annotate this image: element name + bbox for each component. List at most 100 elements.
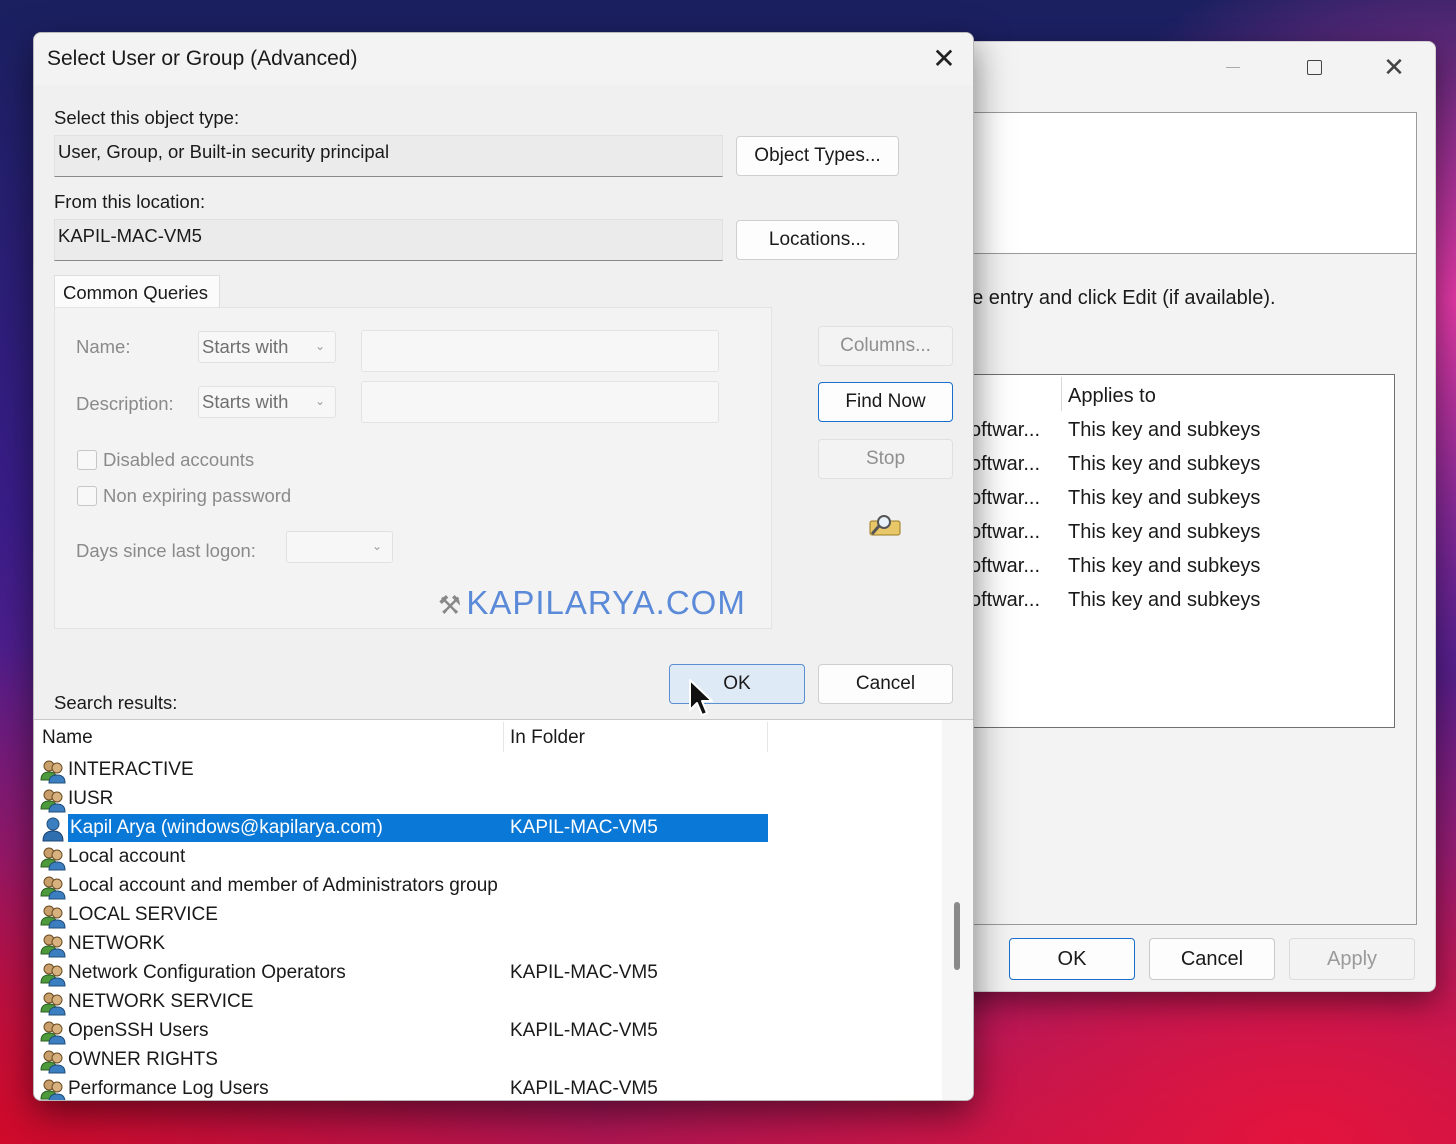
tab-common-queries[interactable]: Common Queries	[54, 275, 220, 309]
permission-applies-to: This key and subkeys	[1068, 589, 1261, 611]
results-scrollbar[interactable]	[942, 720, 973, 1100]
permission-row[interactable]: oftwar... This key and subkeys	[962, 449, 1392, 483]
permission-applies-to: This key and subkeys	[1068, 453, 1261, 475]
principal-folder: KAPIL-MAC-VM5	[510, 1020, 658, 1041]
results-header: Name In Folder	[34, 720, 768, 754]
disabled-accounts-label: Disabled accounts	[103, 449, 255, 470]
permissions-cancel-button[interactable]: Cancel	[1149, 938, 1275, 980]
applies-to-header[interactable]: Applies to	[1068, 385, 1156, 408]
description-query-input[interactable]	[361, 381, 719, 423]
principal-folder: KAPIL-MAC-VM5	[510, 962, 658, 983]
permission-source: oftwar...	[970, 419, 1041, 441]
stop-button[interactable]: Stop	[818, 439, 953, 479]
checkbox-box[interactable]	[77, 450, 97, 470]
group-icon	[40, 903, 66, 929]
permission-row[interactable]: oftwar... This key and subkeys	[962, 585, 1392, 619]
columns-button[interactable]: Columns...	[818, 326, 953, 366]
column-divider[interactable]	[767, 722, 768, 752]
principal-name: Local account and member of Administrato…	[68, 875, 498, 896]
permission-row[interactable]: oftwar... This key and subkeys	[962, 551, 1392, 585]
table-row[interactable]: OWNER RIGHTS	[34, 1046, 768, 1075]
cancel-button[interactable]: Cancel	[818, 664, 953, 704]
permission-source: oftwar...	[970, 487, 1041, 509]
search-results-label: Search results:	[54, 692, 178, 713]
find-now-button[interactable]: Find Now	[818, 382, 953, 422]
days-since-logon-select[interactable]: ⌄	[286, 531, 393, 563]
maximize-icon[interactable]	[1294, 52, 1334, 82]
dialog-title: Select User or Group (Advanced)	[47, 47, 358, 70]
group-icon	[40, 845, 66, 871]
object-type-field: User, Group, or Built-in security princi…	[54, 135, 723, 177]
table-row[interactable]: INTERACTIVE	[34, 756, 768, 785]
select-user-dialog: Select User or Group (Advanced) ✕ Select…	[33, 32, 974, 1101]
group-icon	[40, 874, 66, 900]
folder-column-header[interactable]: In Folder	[510, 727, 585, 749]
principal-name: NETWORK SERVICE	[68, 991, 254, 1012]
group-icon	[40, 990, 66, 1016]
principal-name: Performance Log Users	[68, 1078, 269, 1099]
permission-entries-table[interactable]: Applies to oftwar... This key and subkey…	[961, 374, 1395, 728]
close-icon[interactable]: ✕	[1374, 52, 1414, 82]
group-icon	[40, 961, 66, 987]
permission-source: oftwar...	[970, 555, 1041, 577]
table-row[interactable]: Kapil Arya (windows@kapilarya.com) KAPIL-…	[34, 814, 768, 843]
dialog-titlebar[interactable]: Select User or Group (Advanced) ✕	[34, 33, 973, 85]
permission-source: oftwar...	[970, 589, 1041, 611]
name-mode-select[interactable]: Starts with ⌄	[198, 331, 336, 363]
principal-name: LOCAL SERVICE	[68, 904, 218, 925]
search-animation-icon	[869, 515, 901, 536]
name-query-label: Name:	[76, 336, 131, 357]
permission-row[interactable]: oftwar... This key and subkeys	[962, 415, 1392, 449]
permissions-apply-button[interactable]: Apply	[1289, 938, 1415, 980]
permission-applies-to: This key and subkeys	[1068, 555, 1261, 577]
object-type-label: Select this object type:	[54, 107, 240, 128]
edit-hint-text: ne entry and click Edit (if available).	[961, 287, 1276, 309]
location-field: KAPIL-MAC-VM5	[54, 219, 723, 261]
permissions-ok-button[interactable]: OK	[1009, 938, 1135, 980]
permission-applies-to: This key and subkeys	[1068, 419, 1261, 441]
table-row[interactable]: Network Configuration Operators KAPIL-MAC…	[34, 959, 768, 988]
name-query-input[interactable]	[361, 330, 719, 372]
principal-name: Local account	[68, 846, 186, 867]
principal-name: Kapil Arya (windows@kapilarya.com)	[70, 817, 383, 838]
table-row[interactable]: IUSR	[34, 785, 768, 814]
object-types-button[interactable]: Object Types...	[736, 136, 899, 176]
column-divider[interactable]	[503, 722, 504, 752]
non-expiring-password-label: Non expiring password	[103, 485, 292, 506]
hammer-icon: ⚒	[438, 590, 463, 620]
principal-name: Network Configuration Operators	[68, 962, 346, 983]
table-row[interactable]: NETWORK	[34, 930, 768, 959]
permission-row[interactable]: oftwar... This key and subkeys	[962, 517, 1392, 551]
chevron-down-icon: ⌄	[315, 339, 326, 353]
principal-folder: KAPIL-MAC-VM5	[510, 817, 658, 838]
table-row[interactable]: OpenSSH Users KAPIL-MAC-VM5	[34, 1017, 768, 1046]
name-mode-value: Starts with	[202, 336, 289, 357]
description-mode-select[interactable]: Starts with ⌄	[198, 386, 336, 418]
group-icon	[40, 932, 66, 958]
principal-name: NETWORK	[68, 933, 166, 954]
group-user-list[interactable]	[961, 112, 1417, 254]
locations-button[interactable]: Locations...	[736, 220, 899, 260]
mouse-cursor-icon	[689, 679, 713, 716]
principal-name: OWNER RIGHTS	[68, 1049, 218, 1070]
table-row[interactable]: Performance Log Users KAPIL-MAC-VM5	[34, 1075, 768, 1100]
minimize-icon[interactable]	[1213, 52, 1253, 82]
table-row[interactable]: Local account and member of Administrato…	[34, 872, 768, 901]
search-results-list[interactable]: Name In Folder INTERACTIVE IUSR Kapil Arya…	[34, 719, 973, 1100]
table-row[interactable]: LOCAL SERVICE	[34, 901, 768, 930]
table-row[interactable]: NETWORK SERVICE	[34, 988, 768, 1017]
column-divider	[1061, 377, 1062, 411]
group-icon	[40, 1019, 66, 1045]
group-icon	[40, 1048, 66, 1074]
principal-name: INTERACTIVE	[68, 759, 194, 780]
permission-row[interactable]: oftwar... This key and subkeys	[962, 483, 1392, 517]
principal-name: IUSR	[68, 788, 114, 809]
location-label: From this location:	[54, 191, 206, 212]
table-row[interactable]: Local account	[34, 843, 768, 872]
checkbox-box[interactable]	[77, 486, 97, 506]
watermark-text: KAPILARYA.COM	[466, 584, 746, 621]
scrollbar-thumb[interactable]	[954, 902, 960, 970]
name-column-header[interactable]: Name	[42, 727, 93, 749]
permission-applies-to: This key and subkeys	[1068, 487, 1261, 509]
close-icon[interactable]: ✕	[924, 41, 964, 77]
